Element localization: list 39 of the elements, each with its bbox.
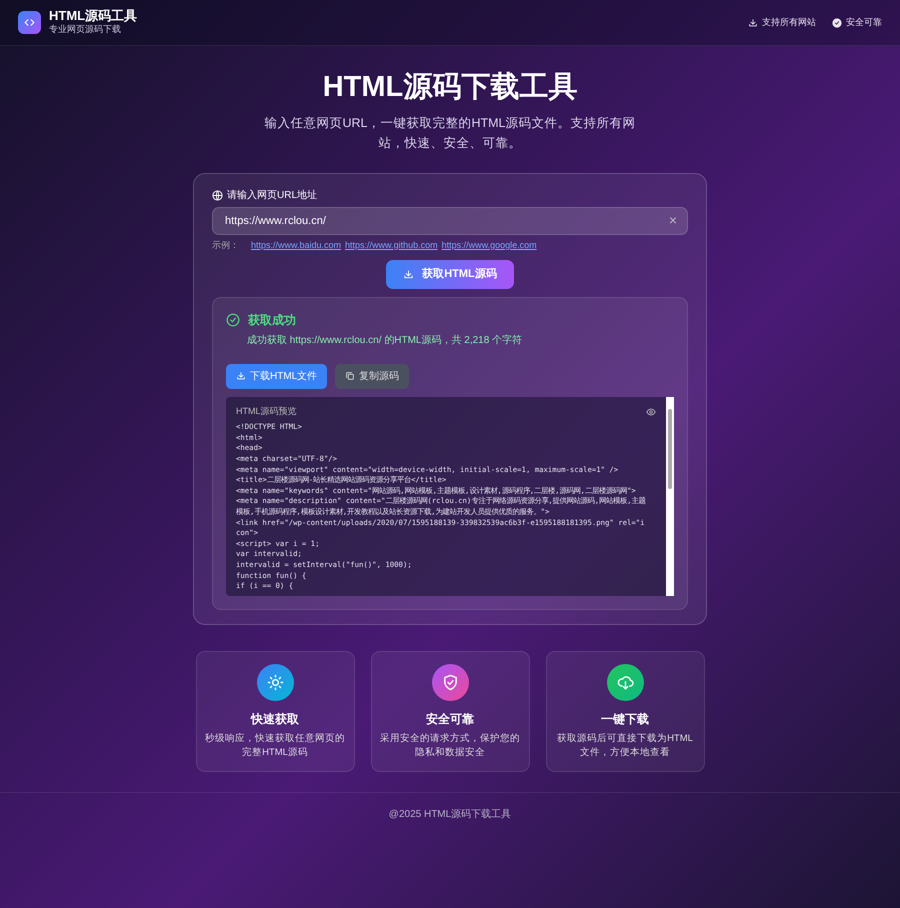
feature-description: 获取源码后可直接下载为HTML文件，方便本地查看 <box>556 732 694 760</box>
header-feature-label: 支持所有网站 <box>762 16 816 29</box>
download-icon <box>748 18 758 28</box>
hero-title: HTML源码下载工具 <box>322 70 578 105</box>
example-link[interactable]: https://www.google.com <box>442 238 537 252</box>
example-link[interactable]: https://www.github.com <box>345 238 438 252</box>
url-input-field[interactable]: https://www.rclou.cn/ × <box>212 206 688 235</box>
download-icon <box>236 371 246 382</box>
cloud-download-badge-icon <box>606 664 644 701</box>
scrollbar-thumb[interactable] <box>668 408 672 489</box>
check-circle-icon <box>226 312 240 327</box>
feature-description: 秒级响应，快速获取任意网页的完整HTML源码 <box>204 732 346 760</box>
feature-title: 快速获取 <box>250 710 300 728</box>
app-title: HTML源码工具 <box>49 8 138 23</box>
success-message: 成功获取 https://www.rclou.cn/ 的HTML源码，共 2,218 个字符 <box>246 334 524 348</box>
feature-title: 安全可靠 <box>425 710 475 728</box>
shield-check-badge-icon <box>432 664 468 701</box>
copy-source-button[interactable]: 复制源码 <box>335 364 410 389</box>
example-link[interactable]: https://www.baidu.com <box>251 238 342 252</box>
clear-button[interactable]: × <box>668 210 677 232</box>
feature-title: 一键下载 <box>600 710 650 728</box>
feature-description: 采用安全的请求方式，保护您的隐私和数据安全 <box>380 732 520 760</box>
preview-title: HTML源码预览 <box>236 404 296 418</box>
success-title: 获取成功 <box>248 312 296 329</box>
download-file-button[interactable]: 下载HTML文件 <box>226 364 328 389</box>
copy-icon <box>345 371 356 382</box>
scrollbar[interactable] <box>666 396 674 596</box>
check-circle-icon <box>832 18 842 28</box>
sun-badge-icon <box>256 664 294 701</box>
footer-text: @2025 HTML源码下载工具 <box>388 809 512 820</box>
header-feature-label: 安全可靠 <box>846 16 882 29</box>
field-label: 请输入网页URL地址 <box>227 188 318 203</box>
fetch-source-button[interactable]: 获取HTML源码 <box>386 260 514 289</box>
examples-label: 示例： <box>212 238 239 252</box>
eye-icon <box>646 406 656 417</box>
app-subtitle: 专业网页源码下载 <box>49 22 122 36</box>
globe-icon <box>212 190 223 201</box>
hero-subtitle: 输入任意网页URL，一键获取完整的HTML源码文件。支持所有网站，快速、安全、可靠。 <box>263 114 637 152</box>
download-icon <box>403 269 414 280</box>
